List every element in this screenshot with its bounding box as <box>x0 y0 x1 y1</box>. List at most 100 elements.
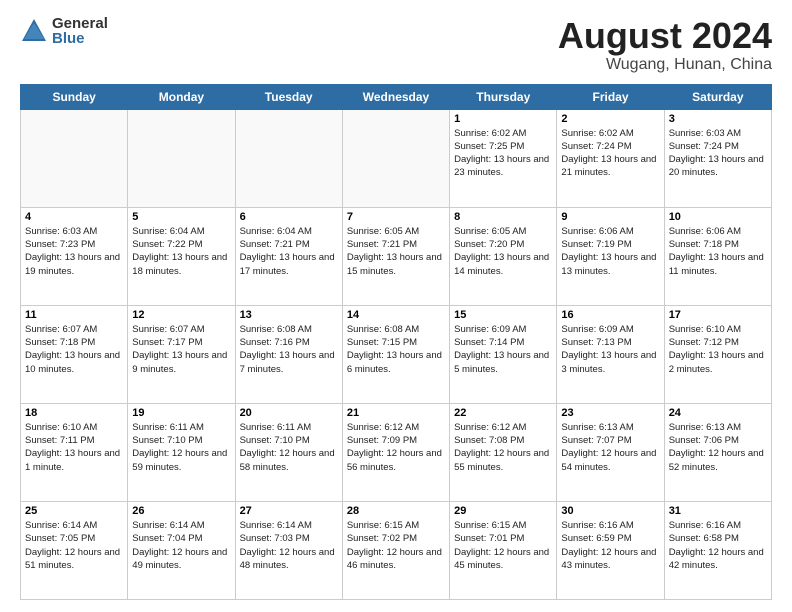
calendar-cell: 18 Sunrise: 6:10 AM Sunset: 7:11 PM Dayli… <box>21 403 128 501</box>
header: General Blue August 2024 Wugang, Hunan, … <box>20 16 772 74</box>
day-info: Sunrise: 6:05 AM Sunset: 7:20 PM Dayligh… <box>454 225 552 278</box>
weekday-friday: Friday <box>557 84 664 109</box>
calendar-cell <box>21 109 128 207</box>
day-info: Sunrise: 6:16 AM Sunset: 6:58 PM Dayligh… <box>669 519 767 572</box>
day-info: Sunrise: 6:15 AM Sunset: 7:01 PM Dayligh… <box>454 519 552 572</box>
calendar-cell: 28 Sunrise: 6:15 AM Sunset: 7:02 PM Dayli… <box>342 501 449 599</box>
title-block: August 2024 Wugang, Hunan, China <box>558 16 772 74</box>
calendar-table: SundayMondayTuesdayWednesdayThursdayFrid… <box>20 84 772 600</box>
day-info: Sunrise: 6:14 AM Sunset: 7:03 PM Dayligh… <box>240 519 338 572</box>
logo-text: General Blue <box>52 16 108 46</box>
day-number: 18 <box>25 407 123 419</box>
calendar-cell: 9Sunrise: 6:06 AM Sunset: 7:19 PM Daylig… <box>557 207 664 305</box>
week-row-1: 1 Sunrise: 6:02 AM Sunset: 7:25 PM Daylig… <box>21 109 772 207</box>
day-info: Sunrise: 6:12 AM Sunset: 7:09 PM Dayligh… <box>347 421 445 474</box>
day-number: 3 <box>669 113 767 125</box>
day-number: 5 <box>132 211 230 223</box>
day-number: 15 <box>454 309 552 321</box>
day-number: 19 <box>132 407 230 419</box>
weekday-thursday: Thursday <box>450 84 557 109</box>
location: Wugang, Hunan, China <box>558 56 772 74</box>
logo-blue-text: Blue <box>52 31 108 46</box>
calendar-cell: 25Sunrise: 6:14 AM Sunset: 7:05 PM Dayli… <box>21 501 128 599</box>
calendar-cell: 23Sunrise: 6:13 AM Sunset: 7:07 PM Dayli… <box>557 403 664 501</box>
day-info: Sunrise: 6:10 AM Sunset: 7:12 PM Dayligh… <box>669 323 767 376</box>
day-info: Sunrise: 6:11 AM Sunset: 7:10 PM Dayligh… <box>240 421 338 474</box>
day-info: Sunrise: 6:12 AM Sunset: 7:08 PM Dayligh… <box>454 421 552 474</box>
calendar-cell: 10Sunrise: 6:06 AM Sunset: 7:18 PM Dayli… <box>664 207 771 305</box>
calendar-cell: 5 Sunrise: 6:04 AM Sunset: 7:22 PM Daylig… <box>128 207 235 305</box>
day-info: Sunrise: 6:13 AM Sunset: 7:06 PM Dayligh… <box>669 421 767 474</box>
day-info: Sunrise: 6:15 AM Sunset: 7:02 PM Dayligh… <box>347 519 445 572</box>
weekday-monday: Monday <box>128 84 235 109</box>
day-info: Sunrise: 6:10 AM Sunset: 7:11 PM Dayligh… <box>25 421 123 474</box>
day-number: 21 <box>347 407 445 419</box>
day-info: Sunrise: 6:08 AM Sunset: 7:16 PM Dayligh… <box>240 323 338 376</box>
weekday-header-row: SundayMondayTuesdayWednesdayThursdayFrid… <box>21 84 772 109</box>
day-number: 11 <box>25 309 123 321</box>
day-info: Sunrise: 6:02 AM Sunset: 7:24 PM Dayligh… <box>561 127 659 180</box>
day-number: 31 <box>669 505 767 517</box>
calendar-cell: 7 Sunrise: 6:05 AM Sunset: 7:21 PM Daylig… <box>342 207 449 305</box>
calendar-cell: 3 Sunrise: 6:03 AM Sunset: 7:24 PM Daylig… <box>664 109 771 207</box>
calendar-cell <box>128 109 235 207</box>
day-number: 28 <box>347 505 445 517</box>
day-number: 20 <box>240 407 338 419</box>
day-number: 4 <box>25 211 123 223</box>
day-info: Sunrise: 6:09 AM Sunset: 7:13 PM Dayligh… <box>561 323 659 376</box>
weekday-tuesday: Tuesday <box>235 84 342 109</box>
calendar-cell: 2 Sunrise: 6:02 AM Sunset: 7:24 PM Daylig… <box>557 109 664 207</box>
page: General Blue August 2024 Wugang, Hunan, … <box>0 0 792 612</box>
calendar-cell: 26 Sunrise: 6:14 AM Sunset: 7:04 PM Dayli… <box>128 501 235 599</box>
calendar-cell: 24Sunrise: 6:13 AM Sunset: 7:06 PM Dayli… <box>664 403 771 501</box>
calendar-cell: 12 Sunrise: 6:07 AM Sunset: 7:17 PM Dayli… <box>128 305 235 403</box>
calendar-cell: 19Sunrise: 6:11 AM Sunset: 7:10 PM Dayli… <box>128 403 235 501</box>
day-info: Sunrise: 6:07 AM Sunset: 7:18 PM Dayligh… <box>25 323 123 376</box>
calendar-cell: 8 Sunrise: 6:05 AM Sunset: 7:20 PM Daylig… <box>450 207 557 305</box>
day-number: 29 <box>454 505 552 517</box>
day-number: 9 <box>561 211 659 223</box>
day-number: 1 <box>454 113 552 125</box>
day-info: Sunrise: 6:04 AM Sunset: 7:21 PM Dayligh… <box>240 225 338 278</box>
calendar-cell: 4 Sunrise: 6:03 AM Sunset: 7:23 PM Daylig… <box>21 207 128 305</box>
day-number: 23 <box>561 407 659 419</box>
day-number: 27 <box>240 505 338 517</box>
week-row-2: 4 Sunrise: 6:03 AM Sunset: 7:23 PM Daylig… <box>21 207 772 305</box>
calendar-cell: 6 Sunrise: 6:04 AM Sunset: 7:21 PM Daylig… <box>235 207 342 305</box>
day-number: 17 <box>669 309 767 321</box>
day-number: 7 <box>347 211 445 223</box>
day-number: 30 <box>561 505 659 517</box>
logo: General Blue <box>20 16 108 46</box>
day-info: Sunrise: 6:05 AM Sunset: 7:21 PM Dayligh… <box>347 225 445 278</box>
weekday-saturday: Saturday <box>664 84 771 109</box>
day-number: 25 <box>25 505 123 517</box>
day-number: 10 <box>669 211 767 223</box>
day-info: Sunrise: 6:04 AM Sunset: 7:22 PM Dayligh… <box>132 225 230 278</box>
day-info: Sunrise: 6:02 AM Sunset: 7:25 PM Dayligh… <box>454 127 552 180</box>
day-info: Sunrise: 6:16 AM Sunset: 6:59 PM Dayligh… <box>561 519 659 572</box>
calendar-cell: 27 Sunrise: 6:14 AM Sunset: 7:03 PM Dayli… <box>235 501 342 599</box>
calendar-cell <box>235 109 342 207</box>
weekday-wednesday: Wednesday <box>342 84 449 109</box>
day-number: 2 <box>561 113 659 125</box>
day-number: 13 <box>240 309 338 321</box>
day-info: Sunrise: 6:14 AM Sunset: 7:04 PM Dayligh… <box>132 519 230 572</box>
day-number: 12 <box>132 309 230 321</box>
day-info: Sunrise: 6:07 AM Sunset: 7:17 PM Dayligh… <box>132 323 230 376</box>
calendar-cell: 16 Sunrise: 6:09 AM Sunset: 7:13 PM Dayli… <box>557 305 664 403</box>
logo-icon <box>20 17 48 45</box>
week-row-3: 11 Sunrise: 6:07 AM Sunset: 7:18 PM Dayli… <box>21 305 772 403</box>
day-number: 16 <box>561 309 659 321</box>
calendar-cell: 17 Sunrise: 6:10 AM Sunset: 7:12 PM Dayli… <box>664 305 771 403</box>
day-info: Sunrise: 6:09 AM Sunset: 7:14 PM Dayligh… <box>454 323 552 376</box>
day-info: Sunrise: 6:08 AM Sunset: 7:15 PM Dayligh… <box>347 323 445 376</box>
day-number: 26 <box>132 505 230 517</box>
calendar-cell: 15 Sunrise: 6:09 AM Sunset: 7:14 PM Dayli… <box>450 305 557 403</box>
day-info: Sunrise: 6:03 AM Sunset: 7:23 PM Dayligh… <box>25 225 123 278</box>
weekday-sunday: Sunday <box>21 84 128 109</box>
day-number: 8 <box>454 211 552 223</box>
calendar-cell: 1 Sunrise: 6:02 AM Sunset: 7:25 PM Daylig… <box>450 109 557 207</box>
day-number: 6 <box>240 211 338 223</box>
day-info: Sunrise: 6:03 AM Sunset: 7:24 PM Dayligh… <box>669 127 767 180</box>
week-row-5: 25Sunrise: 6:14 AM Sunset: 7:05 PM Dayli… <box>21 501 772 599</box>
